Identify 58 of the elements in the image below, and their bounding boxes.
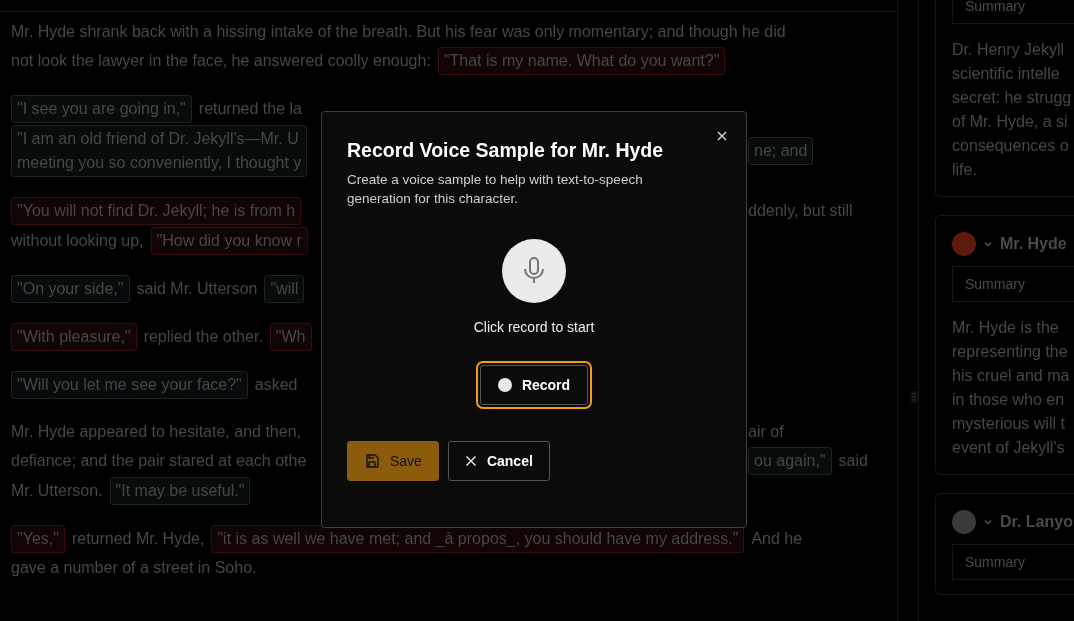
narration-text: air of: [748, 422, 784, 442]
narration-text: without looking up,: [11, 231, 144, 251]
narration-text: Mr. Hyde shrank back with a hissing intake of the breath. But his fear was only momentary; and though he did: [11, 22, 786, 42]
dialogue-quote[interactable]: "Will you let me see your face?": [11, 371, 248, 399]
summary-text: of Mr. Hyde, a si: [952, 112, 1069, 132]
summary-text: event of Jekyll's: [952, 438, 1066, 458]
save-icon: [364, 453, 380, 469]
close-icon: [464, 455, 477, 467]
microphone-icon: [501, 238, 567, 304]
close-icon[interactable]: [716, 130, 728, 142]
narration-text: asked: [254, 375, 298, 395]
narration-text: defiance; and the pair stared at each othe: [11, 451, 307, 471]
narration-text: Mr. Hyde appeared to hesitate, and then,: [11, 422, 301, 442]
summary-dropdown[interactable]: Summary: [952, 266, 1074, 302]
summary-text: life.: [952, 160, 978, 180]
summary-dropdown[interactable]: Summary: [952, 544, 1074, 580]
summary-text: mysterious will t: [952, 414, 1066, 434]
cancel-button[interactable]: Cancel: [447, 441, 550, 481]
narration-text: returned the la: [198, 99, 302, 119]
narration-text: returned Mr. Hyde,: [71, 529, 205, 549]
narration-text: gave a number of a street in Soho.: [11, 558, 257, 578]
summary-text: in those who en: [952, 390, 1066, 410]
narration-text: said Mr. Utterson: [136, 279, 258, 299]
character-name: Dr. Lanyo: [1000, 513, 1073, 531]
narration-text: replied the other.: [143, 327, 263, 347]
summary-text: secret: he strugg: [952, 88, 1073, 108]
narration-text: ddenly, but still: [748, 201, 853, 221]
dialog-title: Record Voice Sample for Mr. Hyde: [347, 139, 665, 162]
summary-dropdown[interactable]: Summary: [952, 0, 1074, 24]
dialogue-quote[interactable]: "That is my name. What do you want?": [437, 47, 726, 75]
record-dot-icon: [497, 378, 512, 392]
dialogue-quote[interactable]: "You will not find Dr. Jekyll; he is from h: [11, 197, 302, 225]
summary-text: consequences o: [952, 136, 1070, 156]
dialogue-quote[interactable]: ou again,": [748, 447, 832, 475]
save-button[interactable]: Save: [347, 441, 439, 481]
summary-text: scientific intelle: [952, 64, 1061, 84]
narration-text: not look the lawyer in the face, he answered coolly enough:: [11, 51, 431, 71]
narration-text: said: [838, 451, 868, 471]
dialog-description: Create a voice sample to help with text-to-speech generation for this character.: [347, 171, 644, 208]
dialogue-quote[interactable]: "With pleasure,": [11, 323, 137, 351]
summary-text: Dr. Henry Jekyll: [952, 40, 1066, 60]
dialogue-quote[interactable]: "Yes,": [11, 525, 65, 553]
dialogue-quote[interactable]: ne; and: [748, 137, 814, 165]
dialogue-quote[interactable]: "It may be useful.": [109, 477, 251, 505]
dialogue-quote[interactable]: "How did you know r: [150, 227, 308, 255]
dialogue-quote[interactable]: "I see you are going in,": [11, 95, 192, 123]
summary-text: his cruel and ma: [952, 366, 1071, 386]
summary-text: representing the: [952, 342, 1069, 362]
dialogue-quote[interactable]: "On your side,": [11, 275, 130, 303]
dialogue-quote[interactable]: "Wh: [269, 323, 312, 351]
dialogue-quote[interactable]: "will: [264, 275, 305, 303]
summary-text: Mr. Hyde is the: [952, 318, 1060, 338]
narration-text: Mr. Utterson.: [11, 481, 103, 501]
character-name: Mr. Hyde: [1000, 235, 1067, 253]
status-text: Click record to start: [473, 319, 595, 335]
narration-text: And he: [751, 529, 803, 549]
dialogue-quote[interactable]: "I am an old friend of Dr. Jekyll's—Mr. U meeting you so conveniently, I thought y: [11, 125, 308, 177]
drag-handle-icon[interactable]: [910, 391, 918, 403]
